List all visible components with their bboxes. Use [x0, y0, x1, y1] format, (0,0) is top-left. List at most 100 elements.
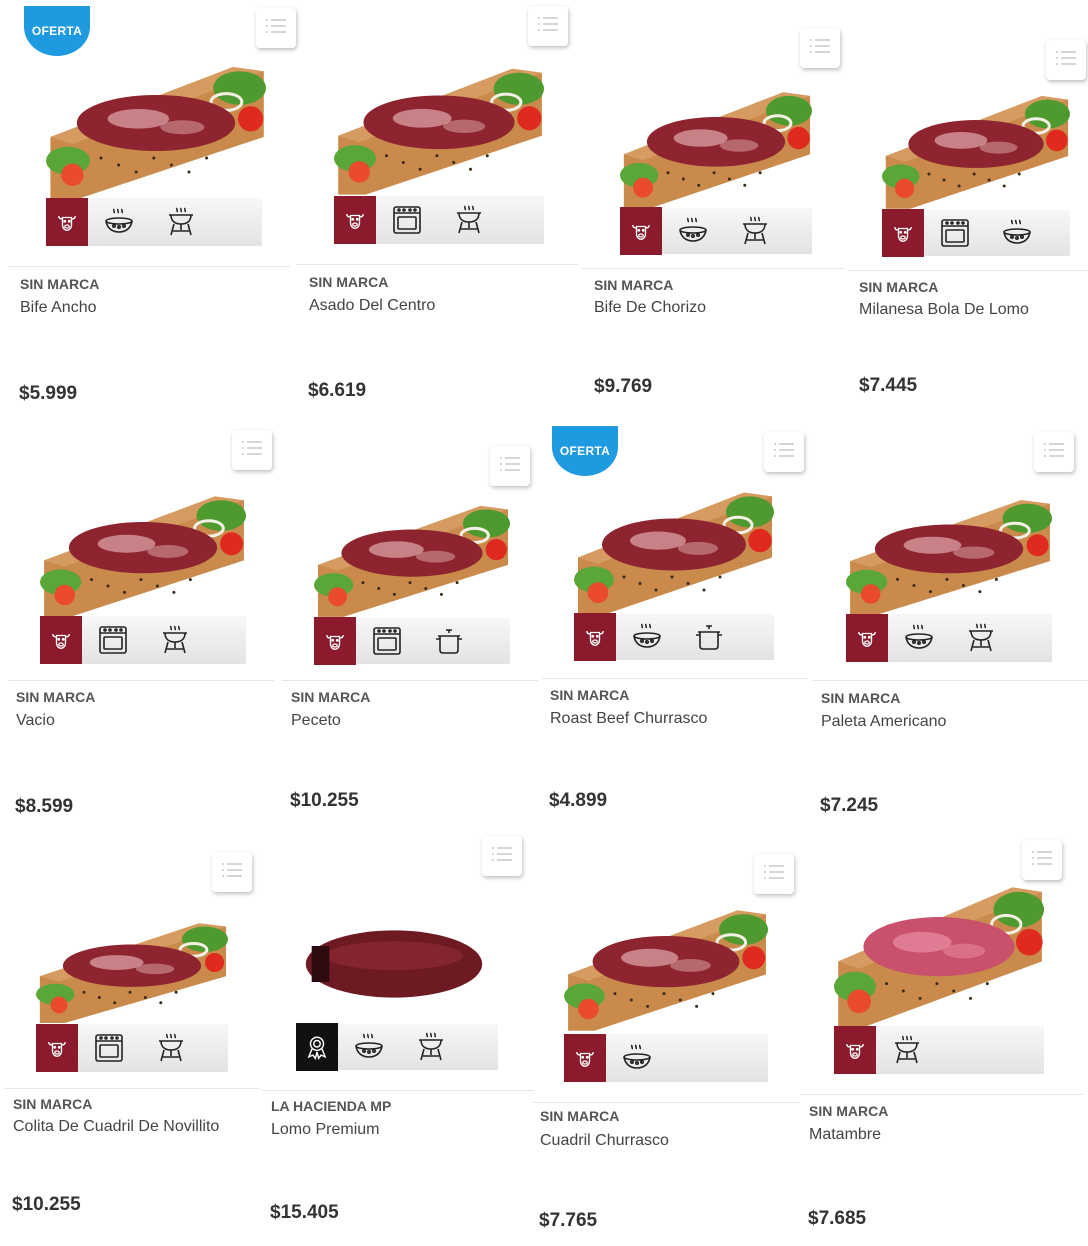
oven-icon — [356, 625, 418, 657]
offer-badge: OFERTA — [24, 6, 90, 56]
add-to-list-button[interactable] — [1022, 840, 1062, 880]
product-price: $4.899 — [549, 790, 608, 811]
product-name[interactable]: Roast Beef Churrasco — [550, 710, 707, 728]
product-card[interactable]: SIN MARCA Milanesa Bola De Lomo $7.445 — [848, 0, 1088, 400]
add-to-list-button[interactable] — [212, 852, 252, 892]
product-name[interactable]: Cuadril Churrasco — [540, 1132, 669, 1150]
cooking-methods-bar — [40, 616, 246, 664]
product-name[interactable]: Vacio — [16, 712, 55, 730]
add-to-list-button[interactable] — [232, 430, 272, 470]
divider — [296, 264, 578, 265]
divider — [582, 268, 844, 269]
divider — [282, 680, 538, 681]
product-image[interactable] — [36, 918, 229, 1024]
product-image[interactable] — [46, 60, 266, 200]
cow-icon — [846, 614, 888, 662]
cow-icon — [834, 1026, 876, 1074]
product-image[interactable] — [296, 910, 492, 1030]
add-to-list-button[interactable] — [800, 28, 840, 68]
product-brand: SIN MARCA — [594, 277, 674, 293]
product-price: $7.245 — [820, 795, 879, 816]
fry-pan-icon — [662, 215, 724, 247]
fry-pan-icon — [88, 206, 150, 238]
add-to-list-button[interactable] — [482, 836, 522, 876]
product-card[interactable]: SIN MARCA Paleta Americano $7.245 — [812, 422, 1088, 822]
product-card[interactable]: LA HACIENDA MP Lomo Premium $15.405 — [262, 834, 534, 1234]
product-grid: OFERTA SIN MARCA Bife Ancho $5.999 SIN MARCA… — [0, 0, 1088, 1234]
product-name[interactable]: Matambre — [809, 1126, 881, 1144]
divider — [262, 1090, 534, 1091]
product-image[interactable] — [574, 486, 774, 616]
product-name[interactable]: Bife Ancho — [20, 299, 97, 317]
product-card[interactable]: OFERTA SIN MARCA Roast Beef Churrasco $4.89… — [542, 422, 808, 822]
product-price: $7.765 — [539, 1210, 598, 1231]
divider — [800, 1094, 1084, 1095]
product-price: $10.255 — [290, 790, 359, 811]
product-name[interactable]: Bife De Chorizo — [594, 299, 706, 317]
product-name[interactable]: Peceto — [291, 712, 341, 730]
cow-icon — [574, 613, 616, 661]
product-image[interactable] — [334, 62, 544, 196]
cow-icon — [882, 209, 924, 257]
product-image[interactable] — [564, 904, 768, 1032]
add-to-list-button[interactable] — [1034, 432, 1074, 472]
add-to-list-button[interactable] — [528, 6, 568, 46]
add-to-list-button[interactable] — [490, 446, 530, 486]
product-brand: SIN MARCA — [821, 690, 901, 706]
cooking-methods-bar — [314, 617, 510, 665]
grill-icon — [400, 1031, 462, 1063]
product-brand: SIN MARCA — [16, 689, 96, 705]
cow-icon — [46, 198, 88, 246]
product-card[interactable]: SIN MARCA Matambre $7.685 — [800, 834, 1084, 1234]
product-name[interactable]: Paleta Americano — [821, 713, 946, 731]
offer-badge: OFERTA — [552, 426, 618, 476]
oven-icon — [78, 1032, 140, 1064]
add-to-list-button[interactable] — [764, 432, 804, 472]
product-image[interactable] — [620, 86, 812, 210]
product-card[interactable]: SIN MARCA Asado Del Centro $6.619 — [296, 0, 578, 401]
product-image[interactable] — [834, 880, 1044, 1028]
product-name[interactable]: Colita De Cuadril De Novillito — [13, 1118, 219, 1136]
cooking-methods-bar — [882, 209, 1070, 257]
divider — [542, 678, 808, 679]
product-price: $5.999 — [19, 383, 78, 404]
product-card[interactable]: SIN MARCA Bife De Chorizo $9.769 — [582, 0, 844, 400]
grill-icon — [950, 622, 1012, 654]
add-to-list-button[interactable] — [754, 854, 794, 894]
product-name[interactable]: Milanesa Bola De Lomo — [859, 301, 1029, 319]
cow-icon — [314, 617, 356, 665]
cooking-methods-bar — [846, 614, 1052, 662]
product-brand: SIN MARCA — [20, 276, 100, 292]
product-card[interactable]: SIN MARCA Vacio $8.599 — [8, 422, 274, 822]
product-card[interactable]: OFERTA SIN MARCA Bife Ancho $5.999 — [8, 0, 296, 404]
grill-icon — [150, 206, 212, 238]
product-card[interactable]: SIN MARCA Peceto $10.255 — [282, 422, 544, 822]
product-name[interactable]: Lomo Premium — [271, 1121, 379, 1139]
product-image[interactable] — [846, 494, 1052, 616]
pot-icon — [418, 625, 480, 657]
product-image[interactable] — [882, 90, 1070, 210]
product-card[interactable]: SIN MARCA Colita De Cuadril De Novillito $… — [4, 846, 266, 1246]
grill-icon — [724, 215, 786, 247]
product-image[interactable] — [40, 490, 246, 618]
divider — [4, 1088, 260, 1089]
list-icon — [241, 440, 263, 461]
product-brand: SIN MARCA — [540, 1108, 620, 1124]
product-card[interactable]: SIN MARCA Cuadril Churrasco $7.765 — [532, 846, 800, 1246]
product-price: $15.405 — [270, 1202, 339, 1223]
cooking-methods-bar — [574, 613, 774, 661]
add-to-list-button[interactable] — [1046, 40, 1086, 80]
product-brand: SIN MARCA — [13, 1096, 93, 1112]
product-price: $7.445 — [859, 375, 918, 396]
list-icon — [499, 456, 521, 477]
product-image[interactable] — [314, 500, 510, 618]
add-to-list-button[interactable] — [256, 8, 296, 48]
product-brand: SIN MARCA — [309, 274, 389, 290]
product-brand: SIN MARCA — [550, 687, 630, 703]
cow-icon — [620, 207, 662, 255]
list-icon — [265, 18, 287, 39]
divider — [812, 680, 1088, 681]
grill-icon — [438, 204, 500, 236]
fry-pan-icon — [888, 622, 950, 654]
product-name[interactable]: Asado Del Centro — [309, 297, 435, 315]
